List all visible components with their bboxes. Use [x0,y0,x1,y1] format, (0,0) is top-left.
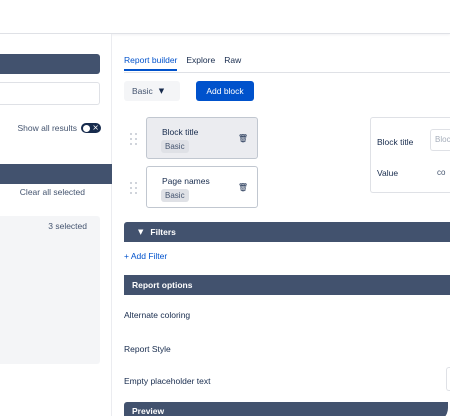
block-title: Page names [162,176,210,186]
drag-handle-icon[interactable] [130,182,138,196]
selected-count: 3 selected [48,221,87,231]
empty-placeholder-input[interactable] [446,367,450,391]
chevron-down-icon: ▼ [158,87,165,95]
tab-report-builder[interactable]: Report builder [124,55,178,71]
selected-list: 3 selected [0,216,100,364]
add-filter-link[interactable]: + Add Filter [124,251,167,261]
filters-title: Filters [150,227,176,237]
trash-icon[interactable]: 🗑 [238,183,248,192]
preview-title: Preview [132,406,165,416]
block-type-badge: Basic [161,140,189,153]
show-all-results-toggle[interactable]: × [81,123,101,133]
left-panel: Show all results × Clear all selected 3 … [0,34,112,416]
preview-section: Preview [124,402,450,416]
block-properties-panel: Block title Block title Value co [370,117,450,193]
preview-header[interactable]: Preview [124,402,448,416]
report-panel: Report builder Explore Raw Basic ▼ Add b… [124,34,450,416]
clear-all-selected-link[interactable]: Clear all selected [20,187,85,197]
block-type-value: Basic [132,86,153,96]
block-title: Block title [162,127,199,137]
add-block-button[interactable]: Add block [196,81,254,101]
tab-bar: Report builder Explore Raw [124,55,241,71]
block-title-label: Block title [377,137,414,147]
drag-handle-icon[interactable] [130,133,138,147]
chevron-down-icon: ▼ [138,228,144,236]
tab-divider [124,72,450,73]
value-field[interactable]: co [437,168,450,177]
alternate-coloring-label: Alternate coloring [124,310,191,320]
trash-icon[interactable]: 🗑 [238,134,248,143]
report-options-header: Report options [124,275,450,295]
left-panel-header [0,54,100,74]
tab-raw[interactable]: Raw [224,55,241,71]
block-card[interactable]: Block title Basic 🗑 [146,117,258,159]
block-type-badge: Basic [161,189,189,202]
empty-placeholder-label: Empty placeholder text [124,376,211,386]
block-card[interactable]: Page names Basic 🗑 [146,166,258,208]
report-style-label: Report Style [124,344,171,354]
tab-explore[interactable]: Explore [186,55,215,71]
close-icon: × [92,123,99,132]
top-bar [0,0,450,34]
value-label: Value [377,168,399,178]
block-type-select[interactable]: Basic ▼ [124,81,180,101]
show-all-results[interactable]: Show all results × [17,123,101,133]
filters-header[interactable]: ▼ Filters [124,222,450,242]
toggle-knob [82,124,90,132]
block-title-input[interactable]: Block title [430,129,450,151]
selected-section-header [0,164,112,184]
show-all-results-label: Show all results [17,123,77,133]
report-options-title: Report options [132,280,193,290]
left-search-input[interactable] [0,82,100,105]
